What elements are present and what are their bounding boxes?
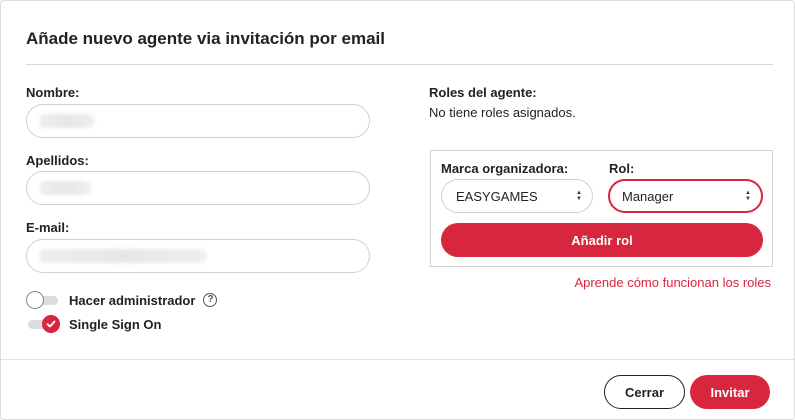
sso-toggle-label: Single Sign On	[69, 316, 162, 332]
sso-toggle-row: Single Sign On	[26, 315, 161, 333]
email-input[interactable]	[26, 239, 370, 273]
role-assignment-panel: Marca organizadora: Rol: EASYGAMES ▲ ▼ Ma…	[430, 150, 773, 267]
sso-toggle-knob	[42, 315, 60, 333]
role-label: Rol:	[609, 161, 635, 176]
cancel-button[interactable]: Cerrar	[604, 375, 685, 409]
brand-select-value: EASYGAMES	[456, 188, 538, 204]
redacted-surname-value	[39, 181, 91, 195]
footer-divider	[1, 359, 794, 360]
invite-button[interactable]: Invitar	[690, 375, 770, 409]
brand-select[interactable]: EASYGAMES ▲ ▼	[441, 179, 593, 213]
redacted-email-value	[39, 249, 207, 263]
check-icon	[46, 320, 56, 328]
name-input[interactable]	[26, 104, 370, 138]
role-select-value: Manager	[622, 188, 674, 204]
title-divider	[26, 64, 773, 65]
surname-input[interactable]	[26, 171, 370, 205]
question-circle-icon[interactable]: ?	[203, 293, 218, 307]
roles-title: Roles del agente:	[429, 85, 537, 100]
admin-toggle[interactable]	[26, 291, 60, 309]
sso-toggle[interactable]	[26, 315, 60, 333]
role-select[interactable]: Manager ▲ ▼	[608, 179, 763, 213]
roles-empty-text: No tiene roles asignados.	[429, 105, 576, 120]
redacted-name-value	[39, 114, 95, 128]
invite-agent-modal: Añade nuevo agente via invitación por em…	[0, 0, 795, 420]
admin-toggle-label: Hacer administrador	[69, 292, 196, 308]
surname-label: Apellidos:	[26, 153, 89, 168]
select-arrows-icon: ▲ ▼	[576, 190, 582, 202]
name-label: Nombre:	[26, 85, 80, 100]
email-label: E-mail:	[26, 220, 70, 235]
select-arrows-icon: ▲ ▼	[745, 190, 751, 202]
brand-label: Marca organizadora:	[441, 161, 569, 176]
admin-toggle-row: Hacer administrador ?	[26, 291, 218, 309]
modal-title: Añade nuevo agente via invitación por em…	[26, 29, 385, 48]
add-role-button[interactable]: Añadir rol	[441, 223, 763, 257]
roles-help-link[interactable]: Aprende cómo funcionan los roles	[574, 275, 771, 290]
admin-toggle-knob	[26, 291, 44, 309]
